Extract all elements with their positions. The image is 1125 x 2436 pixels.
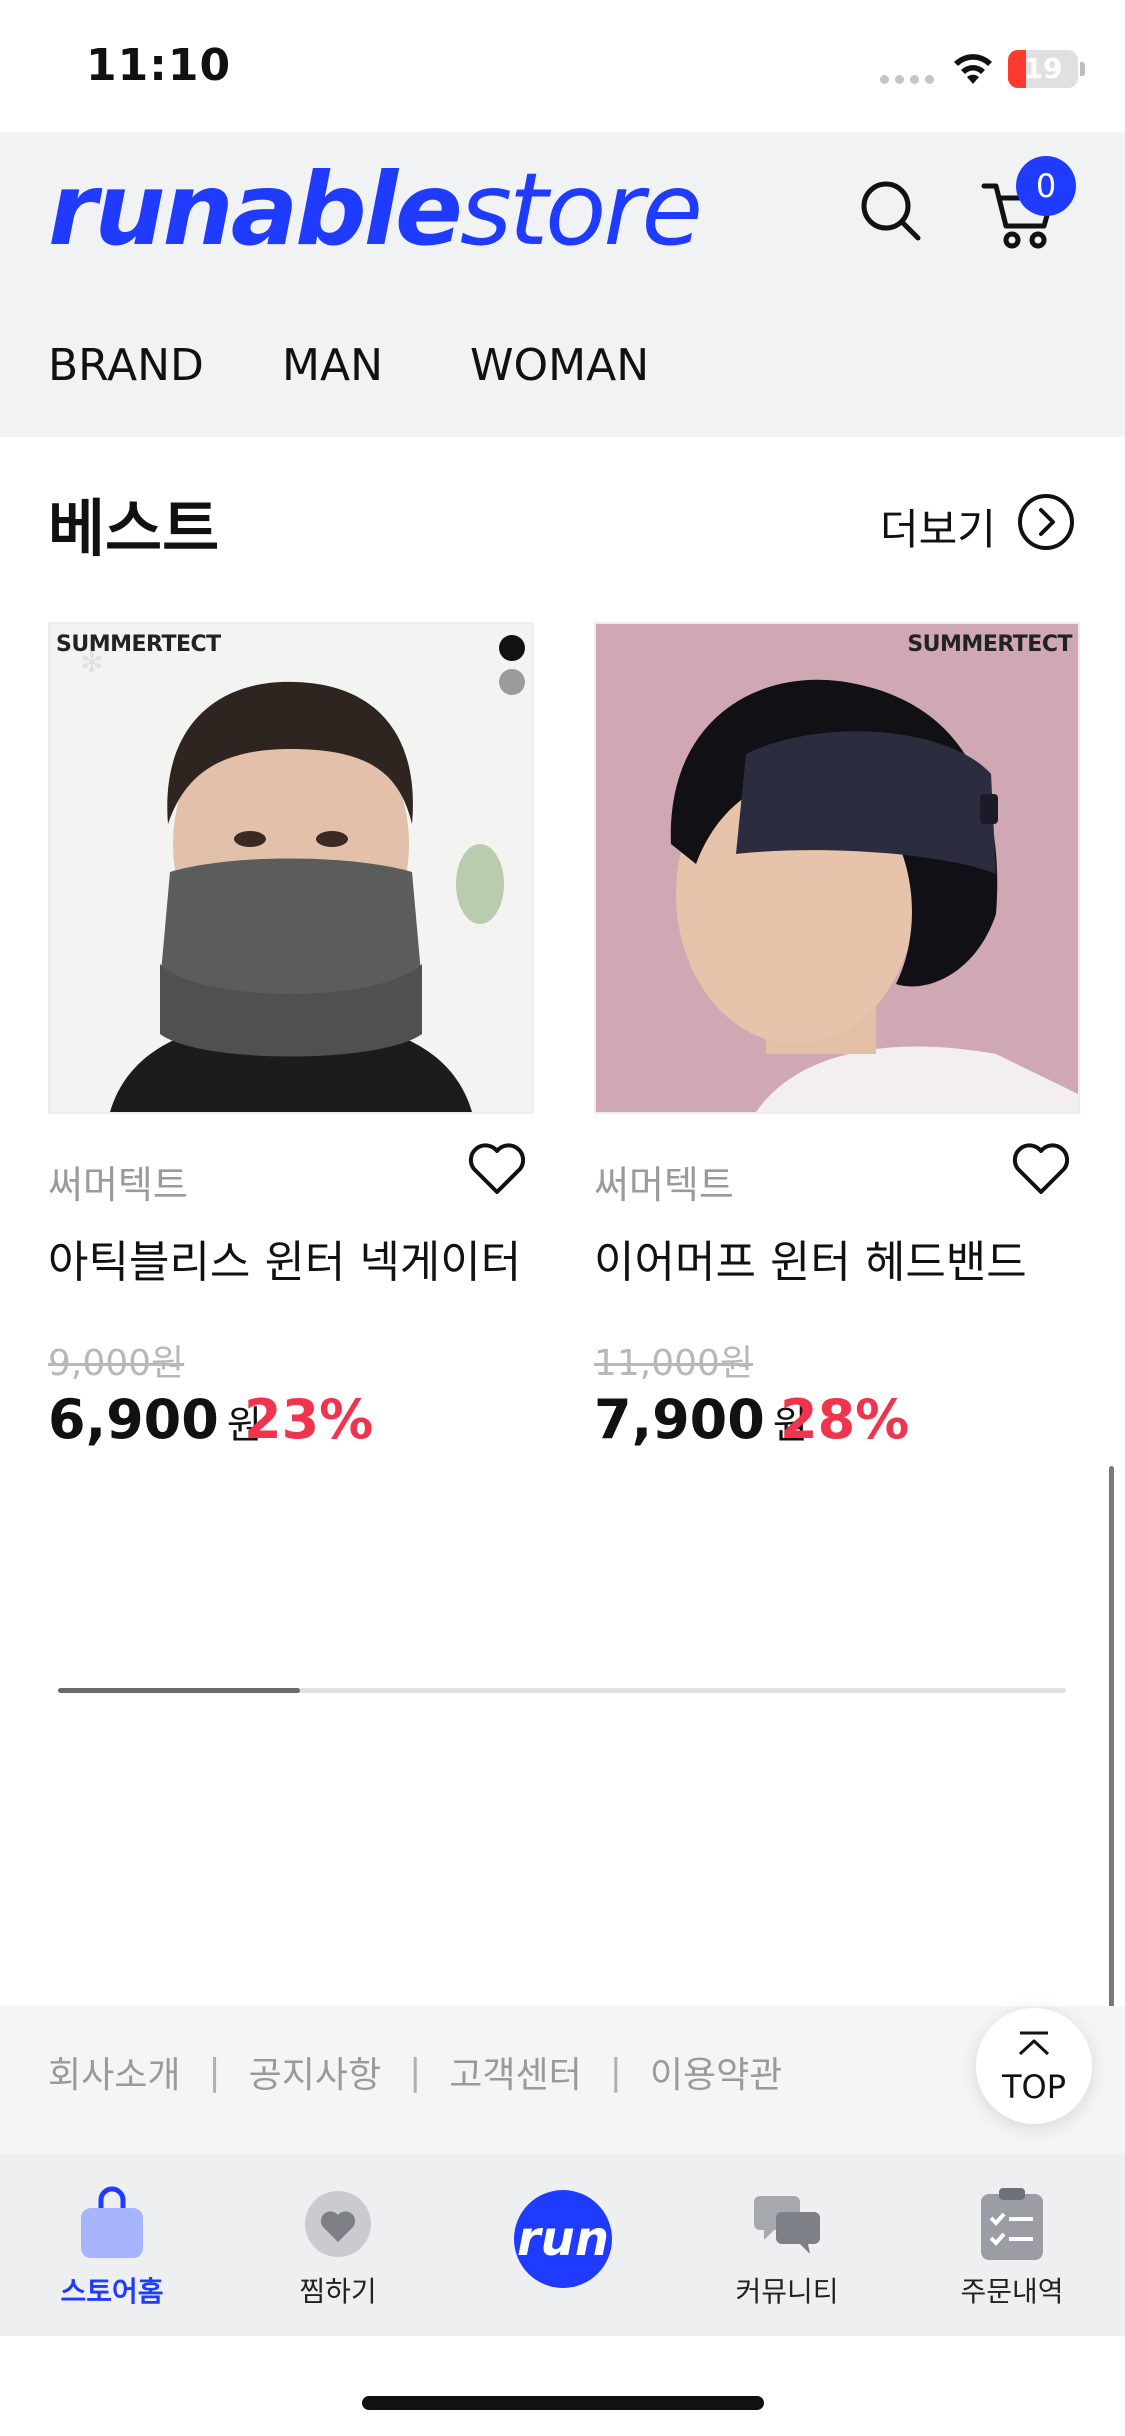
original-price: 9,000원 — [48, 1343, 185, 1384]
tab-label: 찜하기 — [299, 2275, 377, 2308]
sale-price-value: 6,900 — [48, 1388, 219, 1451]
run-center-button[interactable]: run — [514, 2190, 612, 2288]
discount-rate: 28% — [780, 1388, 910, 1451]
tab-store-home[interactable]: 스토어홈 — [22, 2186, 202, 2316]
wifi-icon — [954, 54, 992, 84]
footer-link-notice[interactable]: 공지사항 — [249, 2046, 381, 2098]
shopping-bag-icon — [81, 2186, 143, 2258]
status-time: 11:10 — [86, 40, 232, 91]
more-link[interactable]: 더보기 — [880, 496, 996, 557]
battery-level: 19 — [1023, 52, 1063, 85]
original-price: 11,000원 — [594, 1343, 754, 1384]
nav-tab-man[interactable]: MAN — [282, 340, 383, 391]
battery-icon: 19 — [1008, 50, 1078, 88]
logo-bold-text: runable — [48, 151, 463, 268]
product-seller: 써머텍트 — [48, 1163, 188, 1207]
tab-label: 커뮤니티 — [735, 2275, 839, 2308]
neck-gaiter-photo: ✻ — [50, 624, 532, 1112]
battery-tip — [1080, 62, 1085, 76]
cellular-signal-icon — [880, 75, 936, 87]
page-scrollbar[interactable] — [1109, 1466, 1114, 2036]
tab-community[interactable]: 커뮤니티 — [697, 2186, 877, 2316]
arrow-up-icon — [1018, 2031, 1050, 2056]
home-indicator[interactable] — [362, 2396, 764, 2410]
logo-light-text: store — [459, 151, 703, 268]
sale-price-value: 7,900 — [594, 1388, 765, 1451]
tab-label: 스토어홈 — [60, 2275, 164, 2308]
sale-price: 7,900 원 — [594, 1388, 808, 1451]
footer-link-support[interactable]: 고객센터 — [449, 2046, 581, 2098]
sale-price: 6,900 원 — [48, 1388, 262, 1451]
carousel-scroll-thumb[interactable] — [58, 1688, 300, 1693]
tab-orders[interactable]: 주문내역 — [922, 2186, 1102, 2316]
product-name[interactable]: 이어머프 윈터 헤드밴드 — [594, 1226, 1027, 1290]
clipboard-checklist-icon — [981, 2188, 1043, 2260]
heart-icon[interactable] — [1010, 1140, 1072, 1196]
tab-wishlist[interactable]: 찜하기 — [248, 2186, 428, 2316]
footer-link-company[interactable]: 회사소개 — [48, 2046, 180, 2098]
product-name[interactable]: 아틱블리스 윈터 넥게이터 — [48, 1226, 521, 1290]
section-title: 베스트 — [48, 492, 220, 565]
chat-bubbles-icon — [754, 2196, 820, 2254]
search-icon[interactable] — [856, 176, 926, 246]
heart-icon — [305, 2191, 371, 2257]
product-seller: 써머텍트 — [594, 1163, 734, 1207]
chevron-right-circle-icon[interactable] — [1016, 492, 1076, 552]
footer-link-terms[interactable]: 이용약관 — [650, 2046, 782, 2098]
footer-links: 회사소개 | 공지사항 | 고객센터 | 이용약관 — [48, 2046, 782, 2098]
nav-tab-woman[interactable]: WOMAN — [470, 340, 649, 391]
product-image[interactable]: SUMMERTECT — [594, 622, 1080, 1114]
brand-tag: SUMMERTECT — [56, 632, 221, 657]
nav-tab-brand[interactable]: BRAND — [48, 340, 204, 391]
cart-count-badge: 0 — [1016, 156, 1076, 216]
discount-rate: 23% — [244, 1388, 374, 1451]
divider: | — [409, 2051, 422, 2093]
heart-icon[interactable] — [466, 1140, 528, 1196]
divider: | — [208, 2051, 221, 2093]
divider: | — [609, 2051, 622, 2093]
brand-tag: SUMMERTECT — [907, 632, 1072, 657]
store-logo[interactable]: runablestore — [48, 160, 703, 260]
scroll-top-button[interactable]: TOP — [976, 2008, 1092, 2124]
scroll-top-label: TOP — [1001, 2068, 1067, 2106]
tab-label: 주문내역 — [960, 2275, 1064, 2308]
product-image[interactable]: ✻ SUMMERTECT — [48, 622, 534, 1114]
headband-photo — [596, 624, 1078, 1112]
